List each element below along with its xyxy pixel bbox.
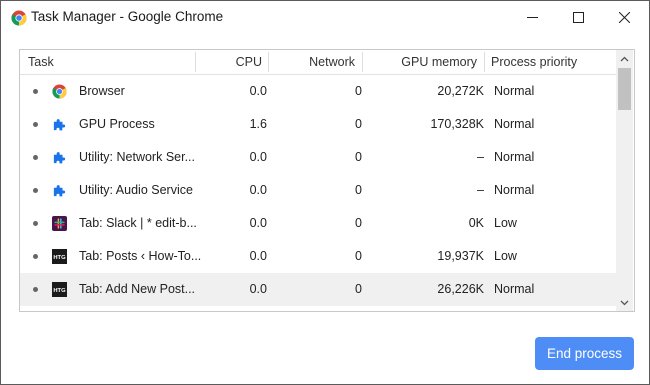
column-header-network[interactable]: Network	[269, 50, 355, 74]
row-bullet	[33, 122, 38, 127]
table-row[interactable]: Utility: Audio Service 0.0 0 – Normal	[20, 174, 616, 207]
row-bullet	[33, 254, 38, 259]
gpu-memory-cell: 170,328K	[430, 117, 484, 131]
network-cell: 0	[355, 117, 362, 131]
table-row[interactable]: Tab: Slack | * edit-b... 0.0 0 0K Low	[20, 207, 616, 240]
chrome-icon	[11, 10, 27, 26]
puzzle-icon	[52, 150, 67, 165]
network-cell: 0	[355, 216, 362, 230]
table-row[interactable]: HTG Tab: Posts ‹ How-To... 0.0 0 19,937K Low	[20, 240, 616, 273]
task-name-cell: Tab: Add New Post...	[79, 282, 196, 296]
process-priority-cell: Normal	[494, 183, 535, 197]
row-bullet	[33, 221, 38, 226]
cpu-cell: 0.0	[249, 249, 267, 263]
window-title: Task Manager - Google Chrome	[31, 9, 224, 24]
table-body: Browser 0.0 0 20,272K Normal GPU Process 1.6 0 1…	[20, 75, 616, 311]
title-bar[interactable]: Task Manager - Google Chrome	[1, 1, 649, 33]
maximize-button[interactable]	[555, 1, 601, 33]
table-row[interactable]: Browser 0.0 0 20,272K Normal	[20, 75, 616, 108]
task-name-cell: Utility: Network Ser...	[79, 150, 195, 164]
process-table: Task CPU Network GPU memory Process prio…	[19, 49, 635, 312]
row-bullet	[33, 89, 38, 94]
close-icon	[618, 11, 630, 23]
row-bullet	[33, 155, 38, 160]
gpu-memory-cell: –	[477, 183, 484, 197]
cpu-cell: 0.0	[249, 150, 267, 164]
chevron-down-icon	[620, 300, 629, 305]
network-cell: 0	[355, 183, 362, 197]
process-priority-cell: Normal	[494, 282, 535, 296]
table-header: Task CPU Network GPU memory Process prio…	[20, 50, 616, 75]
cpu-cell: 0.0	[249, 216, 267, 230]
scroll-down-button[interactable]	[616, 294, 633, 311]
table-row[interactable]: HTG Tab: Add New Post... 0.0 0 26,226K Normal	[20, 273, 616, 306]
cpu-cell: 0.0	[249, 183, 267, 197]
chevron-up-icon	[620, 56, 629, 61]
process-priority-cell: Normal	[494, 150, 535, 164]
cpu-cell: 0.0	[249, 282, 267, 296]
svg-text:HTG: HTG	[53, 255, 66, 261]
column-header-gpu-memory[interactable]: GPU memory	[363, 50, 477, 74]
process-priority-cell: Low	[494, 249, 517, 263]
gpu-memory-cell: 0K	[468, 216, 484, 230]
process-priority-cell: Normal	[494, 84, 535, 98]
row-bullet	[33, 287, 38, 292]
htg-icon: HTG	[52, 282, 67, 297]
scroll-up-button[interactable]	[616, 50, 633, 67]
task-name-cell: Browser	[79, 84, 125, 98]
gpu-memory-cell: –	[477, 150, 484, 164]
process-priority-cell: Low	[494, 216, 517, 230]
process-priority-cell: Normal	[494, 117, 535, 131]
column-divider	[484, 52, 485, 72]
column-header-cpu[interactable]: CPU	[196, 50, 262, 74]
maximize-icon	[572, 11, 584, 23]
network-cell: 0	[355, 282, 362, 296]
task-name-cell: GPU Process	[79, 117, 155, 131]
network-cell: 0	[355, 150, 362, 164]
slack-icon	[52, 216, 67, 231]
end-process-button[interactable]: End process	[535, 337, 634, 370]
task-name-cell: Tab: Posts ‹ How-To...	[79, 249, 202, 263]
column-header-process-priority[interactable]: Process priority	[491, 50, 577, 74]
column-header-task[interactable]: Task	[28, 50, 54, 74]
vertical-scrollbar[interactable]	[616, 50, 633, 311]
cpu-cell: 0.0	[249, 84, 267, 98]
task-name-cell: Tab: Slack | * edit-b...	[79, 216, 197, 230]
gpu-memory-cell: 26,226K	[437, 282, 484, 296]
network-cell: 0	[355, 249, 362, 263]
htg-icon: HTG	[52, 249, 67, 264]
chrome-icon	[52, 84, 67, 99]
row-bullet	[33, 188, 38, 193]
scrollbar-thumb[interactable]	[618, 68, 631, 110]
minimize-icon	[526, 16, 538, 18]
minimize-button[interactable]	[509, 1, 555, 33]
puzzle-icon	[52, 183, 67, 198]
gpu-memory-cell: 19,937K	[437, 249, 484, 263]
network-cell: 0	[355, 84, 362, 98]
table-row[interactable]: Utility: Network Ser... 0.0 0 – Normal	[20, 141, 616, 174]
svg-text:HTG: HTG	[53, 288, 66, 294]
task-manager-window: Task Manager - Google Chrome Task CPU Ne…	[0, 0, 650, 385]
gpu-memory-cell: 20,272K	[437, 84, 484, 98]
cpu-cell: 1.6	[249, 117, 267, 131]
task-name-cell: Utility: Audio Service	[79, 183, 193, 197]
close-button[interactable]	[601, 1, 647, 33]
table-row[interactable]: GPU Process 1.6 0 170,328K Normal	[20, 108, 616, 141]
puzzle-icon	[52, 117, 67, 132]
